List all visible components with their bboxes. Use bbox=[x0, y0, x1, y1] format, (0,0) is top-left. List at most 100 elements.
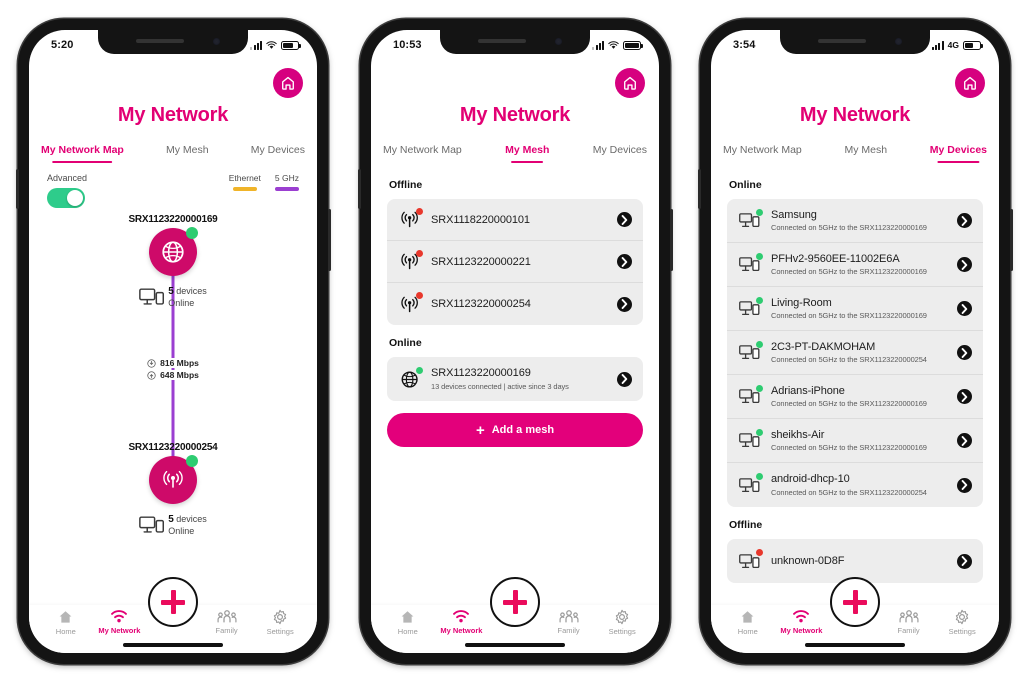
legend-label: Ethernet bbox=[228, 173, 261, 183]
nav-settings[interactable]: Settings bbox=[595, 609, 649, 636]
chevron-right-icon[interactable] bbox=[957, 345, 972, 360]
bottom-node-antenna[interactable] bbox=[149, 455, 198, 504]
table-row[interactable]: Living-Room Connected on 5GHz to the SRX1… bbox=[727, 287, 983, 331]
tab-label: My Network Map bbox=[723, 144, 802, 156]
house-icon-button[interactable] bbox=[955, 68, 985, 98]
tab-my-network-map[interactable]: My Network Map bbox=[383, 144, 462, 163]
add-a-mesh-button[interactable]: + Add a mesh bbox=[387, 413, 643, 447]
phone2-app-content: My Network My Network Map My Mesh My Dev… bbox=[371, 30, 659, 653]
table-row[interactable]: sheikhs-Air Connected on 5GHz to the SRX1… bbox=[727, 419, 983, 463]
mesh-card-offline: SRX1118220000101 SRX1123220000221 SRX112… bbox=[387, 199, 643, 325]
add-fab-button[interactable] bbox=[830, 577, 880, 627]
tab-label: My Mesh bbox=[844, 144, 888, 156]
earpiece-speaker bbox=[136, 39, 184, 43]
add-fab-button[interactable] bbox=[148, 577, 198, 627]
list-item[interactable]: SRX1123220000221 bbox=[387, 241, 643, 283]
chevron-right-icon[interactable] bbox=[957, 553, 972, 569]
table-row-body: Adrians-iPhone Connected on 5GHz to the S… bbox=[771, 385, 948, 409]
list-item[interactable]: SRX1123220000169 13 devices connected | … bbox=[387, 357, 643, 401]
gear-icon bbox=[616, 609, 629, 625]
chevron-right-icon[interactable] bbox=[957, 433, 972, 448]
table-row[interactable]: 2C3-PT-DAKMOHAM Connected on 5GHz to the … bbox=[727, 331, 983, 375]
chevron-right-icon[interactable] bbox=[957, 389, 972, 404]
tab-my-devices[interactable]: My Devices bbox=[251, 144, 305, 163]
nav-home[interactable]: Home bbox=[39, 609, 93, 636]
chevron-right-icon[interactable] bbox=[617, 212, 632, 227]
nav-settings[interactable]: Settings bbox=[253, 609, 307, 636]
device-name: android-dhcp-10 bbox=[771, 473, 850, 486]
nav-home[interactable]: Home bbox=[721, 609, 775, 636]
advanced-toggle[interactable] bbox=[47, 188, 85, 208]
nav-family[interactable]: Family bbox=[882, 609, 936, 635]
list-item[interactable]: SRX1118220000101 bbox=[387, 199, 643, 241]
mesh-name: SRX1123220000254 bbox=[431, 298, 531, 310]
chevron-right-icon[interactable] bbox=[957, 213, 972, 228]
house-icon-button[interactable] bbox=[273, 68, 303, 98]
device-connection: Connected on 5GHz to the SRX112322000016… bbox=[771, 443, 927, 453]
nav-home[interactable]: Home bbox=[381, 609, 435, 636]
tab-bar-3: My Network Map My Mesh My Devices bbox=[711, 144, 999, 163]
device-status: Online bbox=[168, 297, 195, 308]
chevron-right-icon[interactable] bbox=[957, 301, 972, 316]
device-word: devices bbox=[176, 286, 207, 296]
list-item[interactable]: SRX1123220000254 bbox=[387, 283, 643, 325]
front-camera bbox=[555, 38, 562, 45]
status-time: 10:53 bbox=[393, 39, 422, 51]
device-name: PFHv2-9560EE-11002E6A bbox=[771, 252, 900, 265]
chevron-right-icon[interactable] bbox=[957, 477, 972, 493]
device-count: 5 bbox=[168, 286, 174, 297]
nav-my-network[interactable]: My Network bbox=[775, 609, 829, 635]
table-row[interactable]: PFHv2-9560EE-11002E6A Connected on 5GHz t… bbox=[727, 243, 983, 287]
device-name: Samsung bbox=[771, 208, 817, 221]
nav-family[interactable]: Family bbox=[542, 609, 596, 635]
monitor-icon bbox=[738, 252, 763, 276]
wifi-icon bbox=[793, 610, 810, 623]
nav-settings[interactable]: Settings bbox=[935, 609, 989, 636]
status-dot-online bbox=[756, 208, 763, 216]
list-item-body: SRX1123220000169 13 devices connected | … bbox=[431, 367, 608, 391]
add-fab-button[interactable] bbox=[490, 577, 540, 627]
tab-label: My Devices bbox=[250, 144, 305, 156]
tab-my-mesh[interactable]: My Mesh bbox=[844, 144, 887, 163]
tab-my-devices[interactable]: My Devices bbox=[593, 144, 647, 163]
chevron-right-icon[interactable] bbox=[957, 257, 972, 272]
tab-bar-2: My Network Map My Mesh My Devices bbox=[371, 144, 659, 163]
device-connection: Connected on 5GHz to the SRX112322000016… bbox=[771, 311, 927, 321]
legend-label: 5 GHz bbox=[274, 173, 299, 183]
chevron-right-icon[interactable] bbox=[617, 254, 632, 269]
front-camera bbox=[895, 38, 902, 45]
nav-label: Settings bbox=[948, 627, 976, 636]
section-label-online: Online bbox=[729, 179, 762, 191]
nav-label: Family bbox=[897, 626, 920, 635]
tab-my-network-map[interactable]: My Network Map bbox=[41, 144, 124, 163]
status-dot-offline bbox=[756, 549, 763, 556]
top-node-globe[interactable] bbox=[149, 227, 198, 276]
phone-mockup-my-devices: 3:54 4G My Network My Network Map My Mes… bbox=[697, 19, 1013, 664]
section-label-online: Online bbox=[389, 337, 422, 349]
table-row[interactable]: android-dhcp-10 Connected on 5GHz to the … bbox=[727, 463, 983, 507]
tab-my-network-map[interactable]: My Network Map bbox=[723, 144, 802, 163]
table-row-body: Living-Room Connected on 5GHz to the SRX1… bbox=[771, 297, 948, 321]
notch bbox=[440, 30, 590, 54]
nav-my-network[interactable]: My Network bbox=[435, 609, 489, 635]
mesh-subtitle: 13 devices connected | active since 3 da… bbox=[431, 381, 569, 391]
table-row[interactable]: Adrians-iPhone Connected on 5GHz to the S… bbox=[727, 375, 983, 419]
legend-swatch bbox=[274, 187, 299, 191]
house-icon-button[interactable] bbox=[615, 68, 645, 98]
device-status: Online bbox=[168, 525, 195, 536]
antenna-icon bbox=[398, 207, 423, 231]
legend: Ethernet 5 GHz bbox=[229, 173, 299, 191]
device-name: Adrians-iPhone bbox=[771, 384, 845, 397]
chevron-right-icon[interactable] bbox=[617, 296, 632, 312]
tab-my-devices[interactable]: My Devices bbox=[930, 144, 987, 163]
chevron-right-icon[interactable] bbox=[617, 371, 632, 387]
table-row[interactable]: Samsung Connected on 5GHz to the SRX11232… bbox=[727, 199, 983, 243]
tab-my-mesh[interactable]: My Mesh bbox=[505, 144, 549, 163]
nav-family[interactable]: Family bbox=[200, 609, 254, 635]
device-connection: Connected on 5GHz to the SRX112322000016… bbox=[771, 267, 927, 277]
tab-my-mesh[interactable]: My Mesh bbox=[166, 144, 209, 163]
home-icon bbox=[59, 611, 72, 623]
nav-my-network[interactable]: My Network bbox=[93, 609, 147, 635]
status-dot-online bbox=[756, 384, 763, 392]
tab-label: My Mesh bbox=[166, 144, 209, 156]
